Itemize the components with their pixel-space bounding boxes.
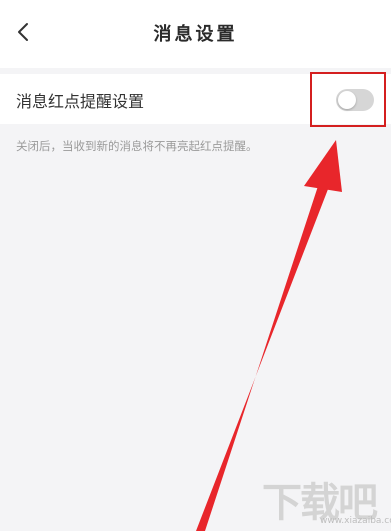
setting-description: 关闭后，当收到新的消息将不再亮起红点提醒。 [16, 139, 258, 153]
navigation-bar: 消息设置 [0, 0, 391, 68]
highlight-box [310, 72, 386, 127]
arrow-head [304, 140, 342, 192]
watermark-url: www.xiazaiba.com [320, 516, 391, 526]
page-title: 消息设置 [153, 24, 238, 45]
watermark: 下载吧 www.xiazaiba.com [262, 470, 391, 528]
setting-label: 消息红点提醒设置 [16, 92, 145, 111]
